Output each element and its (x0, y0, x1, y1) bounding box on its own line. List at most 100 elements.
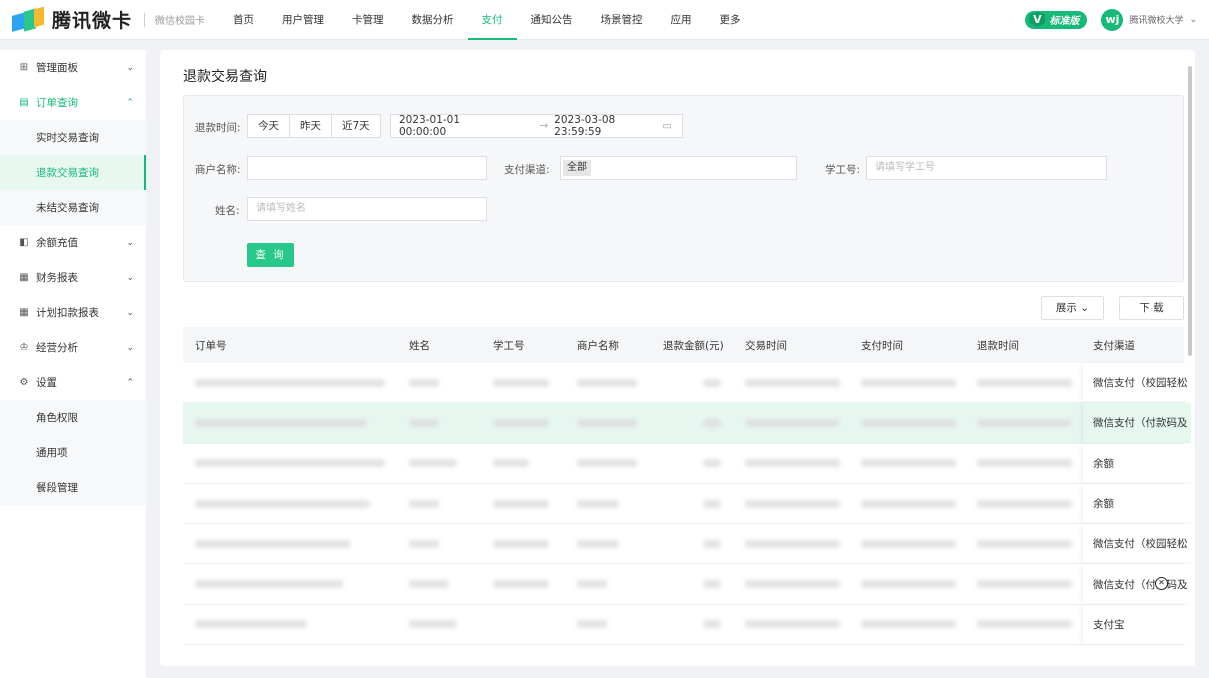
blurred-staff-id (493, 378, 549, 387)
sidebar-item-finance[interactable]: ▦ 财务报表 ⌄ (0, 260, 146, 295)
gear-icon: ⚙ (19, 377, 29, 388)
blurred-name (409, 620, 457, 629)
sidebar-item-label: 经营分析 (36, 342, 78, 354)
table-row[interactable]: 微信支付（付款码及 (183, 403, 1191, 444)
sidebar-item-label: 财务报表 (36, 272, 78, 284)
pay-channel-cell: 余额 (1083, 483, 1191, 524)
blurred-order-no (195, 378, 385, 387)
blurred-name (409, 459, 457, 468)
filter-panel: 退款时间: 今天 昨天 近7天 2023-01-01 00:00:00 → 20… (183, 95, 1184, 282)
scrollbar[interactable] (1188, 66, 1192, 356)
nav-more[interactable]: 更多 (706, 0, 755, 40)
display-button[interactable]: 展示 ⌄ (1041, 296, 1104, 320)
pay-channel-cell: 微信支付（校园轻松 (1083, 524, 1191, 564)
chevron-down-icon: ⌄ (126, 237, 134, 248)
user-name[interactable]: 腾讯微校大学 (1129, 13, 1183, 26)
quick-yesterday-button[interactable]: 昨天 (290, 115, 332, 137)
nav-apps[interactable]: 应用 (657, 0, 706, 40)
blurred-amount (703, 378, 721, 387)
merchant-label: 商户名称: (195, 164, 241, 176)
channel-select[interactable]: 全部 (560, 156, 797, 180)
sidebar: ⊞ 管理面板 ⌄ ▤ 订单查询 ⌃ 实时交易查询 退款交易查询 未结交易查询 ◧… (0, 50, 146, 678)
blurred-trade-time (745, 499, 840, 508)
chevron-up-icon: ⌃ (126, 377, 134, 388)
blurred-trade-time (745, 580, 840, 589)
nav-data-analysis[interactable]: 数据分析 (398, 0, 468, 40)
blurred-merchant (577, 539, 619, 548)
nav-home[interactable]: 首页 (219, 0, 268, 40)
channel-tag[interactable]: 全部 (563, 160, 591, 176)
blurred-name (409, 378, 439, 387)
sidebar-item-label: 设置 (36, 377, 57, 389)
blurred-refund-time (977, 499, 1072, 508)
table-row[interactable]: 余额 (183, 483, 1191, 525)
brand-divider (144, 12, 146, 27)
sidebar-sub-roles[interactable]: 角色权限 (0, 400, 146, 435)
nav-users[interactable]: 用户管理 (268, 0, 338, 40)
table-row[interactable]: 余额 (183, 443, 1191, 484)
page-title: 退款交易查询 (183, 69, 267, 85)
version-badge[interactable]: V 标准版 (1025, 10, 1088, 29)
sidebar-item-analysis[interactable]: ♔ 经营分析 ⌄ (0, 330, 146, 365)
top-nav-bar: 腾讯微卡 微信校园卡 首页 用户管理 卡管理 数据分析 支付 通知公告 场景管控… (0, 0, 1209, 40)
sidebar-item-settings[interactable]: ⚙ 设置 ⌃ (0, 365, 146, 400)
blurred-pay-time (861, 620, 956, 629)
chevron-up-icon: ⌃ (126, 97, 134, 108)
staff-id-label: 学工号: (825, 164, 861, 176)
quick-date-group: 今天 昨天 近7天 (247, 114, 381, 138)
brand-logo[interactable]: 腾讯微卡 (12, 6, 132, 33)
version-label: 标准版 (1049, 16, 1080, 27)
blurred-refund-time (977, 378, 1072, 387)
merchant-input[interactable] (247, 156, 487, 180)
sidebar-item-label: 管理面板 (36, 62, 78, 74)
blurred-staff-id (493, 539, 549, 548)
refund-table: 订单号 姓名 学工号 商户名称 退款金额(元) 交易时间 支付时间 退款时间 支… (183, 327, 1191, 646)
sidebar-item-label: 计划扣款报表 (36, 307, 99, 319)
sidebar-sub-general[interactable]: 通用项 (0, 435, 146, 470)
download-button[interactable]: 下 载 (1119, 296, 1184, 320)
pay-channel-cell: 微信支付（付款码及 (1083, 564, 1191, 604)
table-row[interactable]: 微信支付（付款码及 (183, 564, 1191, 605)
quick-today-button[interactable]: 今天 (248, 115, 290, 137)
blurred-refund-time (977, 580, 1072, 589)
name-input[interactable]: 请填写姓名 (247, 197, 487, 221)
sidebar-item-plan[interactable]: ▦ 计划扣款报表 ⌄ (0, 295, 146, 330)
blurred-pay-time (861, 459, 956, 468)
sidebar-item-dashboard[interactable]: ⊞ 管理面板 ⌄ (0, 50, 146, 85)
sidebar-item-recharge[interactable]: ◧ 余额充值 ⌄ (0, 225, 146, 260)
sidebar-sub-refund[interactable]: 退款交易查询 (0, 155, 146, 190)
blurred-name (409, 499, 439, 508)
nav-cards[interactable]: 卡管理 (338, 0, 398, 40)
search-button[interactable]: 查 询 (247, 243, 294, 267)
quick-7days-button[interactable]: 近7天 (332, 115, 380, 137)
table-row[interactable]: 微信支付（校园轻松 (183, 363, 1191, 404)
sidebar-item-label: 订单查询 (36, 97, 78, 109)
blurred-order-no (195, 499, 370, 508)
sidebar-sub-unsettled[interactable]: 未结交易查询 (0, 190, 146, 225)
blurred-amount (703, 539, 721, 548)
blurred-order-no (195, 459, 385, 468)
date-range-picker[interactable]: 2023-01-01 00:00:00 → 2023-03-08 23:59:5… (390, 114, 683, 138)
staff-id-input[interactable]: 请填写学工号 (866, 156, 1107, 180)
channel-label: 支付渠道: (504, 164, 550, 176)
blurred-order-no (195, 418, 367, 427)
blurred-order-no (195, 620, 307, 629)
chevron-down-icon: ⌄ (126, 62, 134, 73)
sidebar-sub-realtime[interactable]: 实时交易查询 (0, 120, 146, 155)
blurred-amount (703, 620, 721, 629)
table-row[interactable]: 支付宝 (183, 604, 1191, 646)
order-icon: ▤ (19, 97, 29, 108)
nav-payment[interactable]: 支付 (467, 0, 517, 40)
nav-notices[interactable]: 通知公告 (517, 0, 587, 40)
blurred-staff-id (493, 580, 549, 589)
sidebar-item-orders[interactable]: ▤ 订单查询 ⌃ (0, 85, 146, 120)
table-row[interactable]: 微信支付（校园轻松 (183, 524, 1191, 565)
nav-scene-control[interactable]: 场景管控 (587, 0, 657, 40)
name-label: 姓名: (215, 205, 240, 217)
chevron-down-icon[interactable]: ⌄ (1189, 15, 1197, 25)
sidebar-sub-meal-periods[interactable]: 餐段管理 (0, 470, 146, 505)
blurred-amount (703, 499, 721, 508)
pay-channel-cell: 余额 (1083, 443, 1191, 483)
avatar[interactable]: wj (1101, 8, 1124, 31)
chevron-down-icon: ⌄ (126, 272, 134, 283)
